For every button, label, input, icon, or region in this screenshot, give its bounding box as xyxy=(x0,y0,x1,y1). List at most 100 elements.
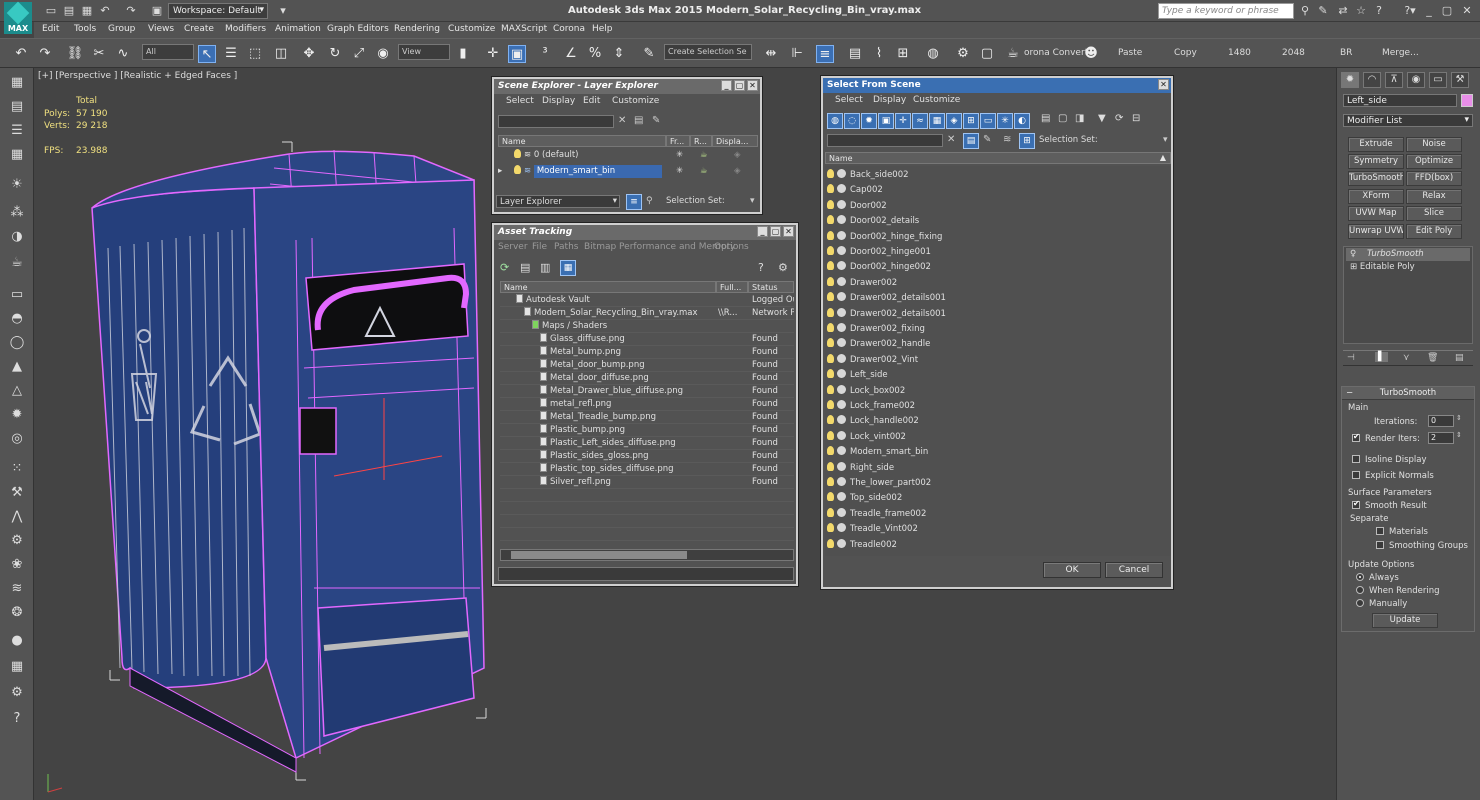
scene-object-row[interactable]: Door002_hinge001 xyxy=(827,246,1167,259)
se-menu-select[interactable]: Select xyxy=(506,96,534,106)
smoothing-groups-checkbox[interactable]: Smoothing Groups xyxy=(1376,541,1468,551)
search-input[interactable]: Type a keyword or phrase xyxy=(1158,3,1294,19)
light-bulb-icon[interactable] xyxy=(827,477,834,486)
teapot-icon[interactable]: ☕ xyxy=(8,254,26,272)
light-bulb-icon[interactable] xyxy=(827,400,834,409)
menu-tools[interactable]: Tools xyxy=(74,24,96,34)
se-menu-edit[interactable]: Edit xyxy=(583,96,600,106)
merge-label[interactable]: Merge... xyxy=(1382,48,1419,58)
collapse-minus-icon[interactable]: − xyxy=(1346,387,1353,399)
modifier-unwrapuvw-button[interactable]: Unwrap UVW xyxy=(1348,224,1404,239)
scene-object-row[interactable]: Back_side002 xyxy=(827,169,1167,182)
percent-snap-icon[interactable]: % xyxy=(586,45,604,63)
scene-object-row[interactable]: Lock_box002 xyxy=(827,384,1167,398)
light-bulb-icon[interactable] xyxy=(827,430,834,440)
filter-all-icon[interactable]: ▤ xyxy=(1041,113,1050,124)
box-icon[interactable]: ▭ xyxy=(8,286,26,304)
ok-button[interactable]: OK xyxy=(1043,562,1101,578)
smooth-result-checkbox[interactable]: Smooth Result xyxy=(1352,499,1427,511)
object-color-swatch[interactable] xyxy=(1461,94,1473,107)
se-col-render[interactable]: R... xyxy=(690,135,712,147)
light-bulb-icon[interactable] xyxy=(827,292,834,302)
scene-object-row[interactable]: Top_side002 xyxy=(827,492,1167,505)
light-bulb-icon[interactable] xyxy=(827,338,834,348)
at-menu-server[interactable]: Server xyxy=(498,242,528,252)
circle-icon[interactable]: ◯ xyxy=(8,334,26,352)
update-manually-radio[interactable]: Manually xyxy=(1356,599,1407,609)
checkbox-icon[interactable] xyxy=(1352,432,1360,442)
light-bulb-icon[interactable] xyxy=(514,149,521,158)
sfs-menu-select[interactable]: Select xyxy=(835,95,863,105)
materials-checkbox[interactable]: Materials xyxy=(1376,527,1428,537)
paste-label[interactable]: Paste xyxy=(1118,48,1142,58)
update-button[interactable]: Update xyxy=(1372,613,1438,628)
clear-icon[interactable]: ✕ xyxy=(618,115,626,126)
close-icon[interactable]: ✕ xyxy=(747,80,758,91)
scene-object-row[interactable]: Treadle_frame002 xyxy=(827,507,1167,521)
filter-bones-icon[interactable]: ⊞ xyxy=(963,113,979,129)
help-icon[interactable]: ? xyxy=(1372,4,1386,17)
refresh-icon[interactable]: ⟳ xyxy=(500,261,509,274)
edit-named-selection-icon[interactable]: ✎ xyxy=(640,45,658,63)
sfs-search-input[interactable] xyxy=(827,134,943,147)
menu-rendering[interactable]: Rendering xyxy=(394,24,440,34)
filter-hidden-icon[interactable]: ◐ xyxy=(1014,113,1030,129)
modifier-ffdbox-button[interactable]: FFD(box) xyxy=(1406,171,1462,186)
modifier-slice-button[interactable]: Slice xyxy=(1406,206,1462,221)
select-object-icon[interactable]: ↖ xyxy=(198,45,216,63)
keyboard-shortcut-icon[interactable]: ▣ xyxy=(508,45,526,63)
list-icon[interactable]: ☰ xyxy=(8,122,26,140)
render-iters-checkbox[interactable]: Render Iters: xyxy=(1352,432,1420,444)
render-teapot-icon[interactable]: ☕ xyxy=(700,165,708,178)
se-col-frozen[interactable]: Fr... xyxy=(666,135,690,147)
filter-icon[interactable]: ✎ xyxy=(652,115,660,126)
asset-row[interactable]: Modern_Solar_Recycling_Bin_vray.max \\R..… xyxy=(500,307,794,320)
scale-icon[interactable]: ⤢ xyxy=(350,45,368,63)
scene-object-row[interactable]: Drawer002_details001 xyxy=(827,307,1167,321)
undo-icon[interactable]: ↶ xyxy=(98,4,112,17)
render-setup-icon[interactable]: ⚙ xyxy=(954,45,972,63)
sfs-col-name[interactable]: Name ▲ xyxy=(825,152,1171,164)
asset-row[interactable]: Metal_door_bump.png Found xyxy=(500,359,794,372)
asset-row[interactable]: Silver_refl.png Found xyxy=(500,476,794,489)
grid-view-icon[interactable]: ▦ xyxy=(560,260,576,276)
hierarchy-tab-icon[interactable]: ⊼ xyxy=(1385,72,1403,88)
light-bulb-icon[interactable] xyxy=(827,384,834,394)
checkbox-icon[interactable] xyxy=(1376,527,1384,535)
modifier-editpoly-button[interactable]: Edit Poly xyxy=(1406,224,1462,239)
table-icon[interactable]: ▦ xyxy=(8,658,26,676)
close-icon[interactable]: ✕ xyxy=(1460,4,1474,17)
sphere-icon[interactable]: ◑ xyxy=(8,228,26,246)
at-col-full-path[interactable]: Full... xyxy=(716,281,748,293)
show-end-result-icon[interactable]: ▌ xyxy=(1375,352,1388,362)
scene-object-row[interactable]: Door002 xyxy=(827,199,1167,213)
schematic-view-icon[interactable]: ⊞ xyxy=(894,45,912,63)
material-editor-icon[interactable]: ◍ xyxy=(924,45,942,63)
light-bulb-icon[interactable] xyxy=(827,199,834,209)
curve-editor-icon[interactable]: ⌇ xyxy=(870,45,888,63)
star-icon[interactable]: ☆ xyxy=(1354,4,1368,17)
light-bulb-icon[interactable] xyxy=(827,353,834,363)
snaps-toggle-icon[interactable]: ³ xyxy=(536,45,554,63)
corona-convert-label[interactable]: orona Convert xyxy=(1024,48,1088,58)
motion-tab-icon[interactable]: ◉ xyxy=(1407,72,1425,88)
binoculars-icon[interactable]: ⚲ xyxy=(1298,4,1312,17)
table-view-icon[interactable]: ▥ xyxy=(540,261,550,274)
filter-shapes-icon[interactable]: ◌ xyxy=(844,113,860,129)
object-name-field[interactable]: Left_side xyxy=(1343,94,1457,107)
filter-lights-icon[interactable]: ✹ xyxy=(861,113,877,129)
scene-object-row[interactable]: Drawer002_handle xyxy=(827,338,1167,351)
scene-object-row[interactable]: Door002_details xyxy=(827,215,1167,228)
modifier-symmetry-button[interactable]: Symmetry xyxy=(1348,154,1404,169)
checkbox-icon[interactable] xyxy=(1352,499,1360,509)
asset-row[interactable]: Metal_Treadle_bump.png Found xyxy=(500,411,794,424)
light-icon[interactable]: ☀ xyxy=(8,176,26,194)
bind-space-warp-icon[interactable]: ∿ xyxy=(114,45,132,63)
light-bulb-icon[interactable] xyxy=(827,169,834,178)
sfs-menu-display[interactable]: Display xyxy=(873,95,906,105)
hammer-icon[interactable]: ⚒ xyxy=(8,484,26,502)
width-value-label[interactable]: 1480 xyxy=(1228,48,1251,58)
spinner-snap-icon[interactable]: ⇕ xyxy=(610,45,628,63)
asset-row[interactable]: metal_refl.png Found xyxy=(500,398,794,411)
radio-icon[interactable] xyxy=(1356,573,1364,581)
